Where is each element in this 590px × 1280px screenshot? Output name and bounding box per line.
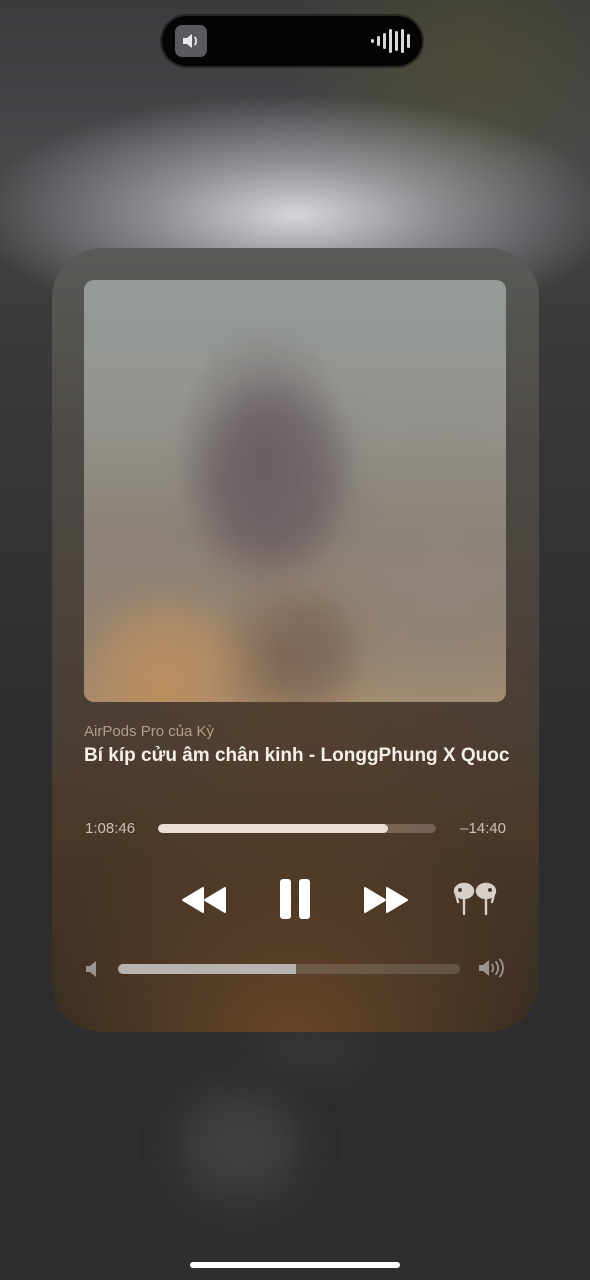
rewind-button[interactable]	[178, 878, 230, 922]
fast-forward-icon	[364, 887, 408, 913]
volume-level-fill	[118, 964, 296, 974]
playback-progress-fill	[158, 824, 388, 833]
output-device-name: AirPods Pro của Kỳ	[84, 723, 215, 740]
volume-high-icon	[478, 958, 506, 983]
audio-output-button[interactable]	[448, 878, 502, 922]
track-title: Bí kíp cửu âm chân kinh - LonggPhung X Q…	[84, 745, 510, 766]
airpods-pro-icon	[453, 882, 497, 916]
album-artwork[interactable]	[84, 280, 506, 702]
fast-forward-button[interactable]	[360, 878, 412, 922]
speaker-icon	[175, 25, 207, 57]
dynamic-island[interactable]	[162, 16, 422, 66]
audio-waveform-icon	[371, 28, 410, 54]
pause-icon	[280, 879, 310, 919]
background-blur-blob	[250, 1030, 370, 1070]
time-remaining: –14:40	[460, 820, 506, 837]
background-blur-blob	[180, 1090, 300, 1200]
playback-scrubber[interactable]	[158, 824, 436, 833]
time-elapsed: 1:08:46	[85, 820, 136, 837]
artwork-overlay	[84, 280, 506, 702]
home-indicator[interactable]	[190, 1262, 400, 1268]
volume-slider[interactable]	[118, 964, 460, 974]
rewind-icon	[182, 887, 226, 913]
pause-button[interactable]	[270, 874, 320, 924]
volume-low-icon	[85, 960, 101, 983]
now-playing-card: AirPods Pro của Kỳ Bí kíp cửu âm chân ki…	[52, 248, 539, 1032]
lock-screen: AirPods Pro của Kỳ Bí kíp cửu âm chân ki…	[0, 0, 590, 1280]
